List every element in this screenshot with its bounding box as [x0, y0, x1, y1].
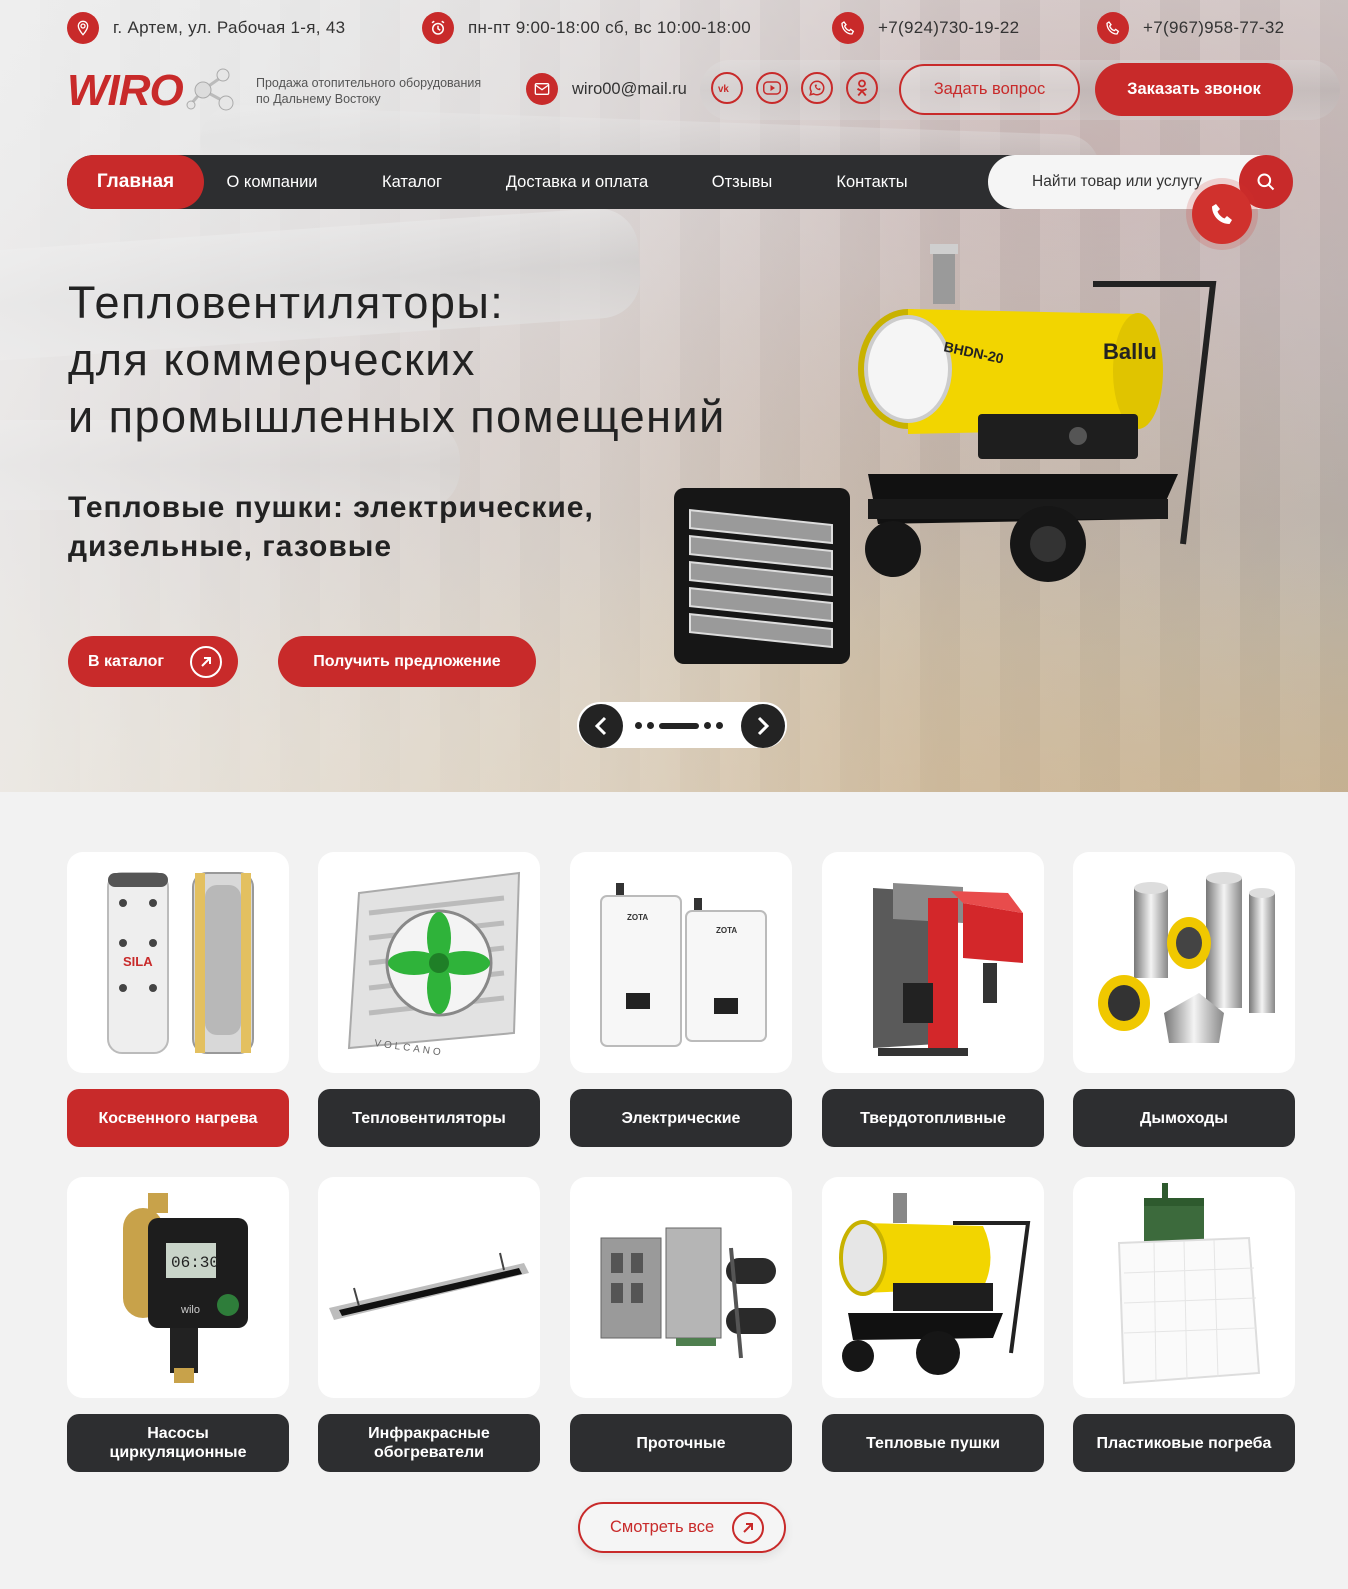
hours-text: пн-пт 9:00-18:00 сб, вс 10:00-18:00	[468, 18, 751, 37]
logo[interactable]: WIRO	[67, 64, 241, 118]
category-image	[822, 852, 1044, 1073]
category-label[interactable]: Твердотопливные	[822, 1089, 1044, 1147]
address-info: г. Артем, ул. Рабочая 1-я, 43	[67, 12, 345, 44]
nav-item-about[interactable]: О компании	[217, 155, 327, 209]
get-offer-button[interactable]: Получить предложение	[278, 636, 536, 687]
category-image	[822, 1177, 1044, 1398]
category-card[interactable]: 06:30 wilo Насосы циркуляционные	[67, 1177, 289, 1472]
whatsapp-icon[interactable]	[801, 72, 833, 104]
location-pin-icon	[67, 12, 99, 44]
category-card[interactable]: Инфракрасные обогреватели	[318, 1177, 540, 1472]
category-card[interactable]: VOLCANO Тепловентиляторы	[318, 852, 540, 1147]
slider-dot[interactable]	[635, 722, 642, 729]
svg-text:ZOTA: ZOTA	[627, 913, 648, 922]
slider-dot-active[interactable]	[659, 722, 699, 729]
category-image	[318, 1177, 540, 1398]
hours-info: пн-пт 9:00-18:00 сб, вс 10:00-18:00	[422, 12, 751, 44]
slider-dot[interactable]	[704, 722, 711, 729]
odnoklassniki-icon[interactable]	[846, 72, 878, 104]
logo-wordmark: WIRO	[67, 66, 184, 115]
category-image: ZOTA ZOTA	[570, 852, 792, 1073]
phone2-info[interactable]: +7(967)958-77-32	[1097, 12, 1284, 44]
address-text: г. Артем, ул. Рабочая 1-я, 43	[113, 18, 346, 37]
category-label[interactable]: Косвенного нагрева	[67, 1089, 289, 1147]
ask-question-button[interactable]: Задать вопрос	[899, 64, 1080, 115]
nav-item-catalog[interactable]: Каталог	[372, 155, 452, 209]
svg-text:vk: vk	[718, 84, 729, 94]
nav-item-delivery[interactable]: Доставка и оплата	[499, 155, 655, 209]
hero-slider-controls	[577, 702, 787, 748]
category-image: VOLCANO	[318, 852, 540, 1073]
category-card[interactable]: Тепловые пушки	[822, 1177, 1044, 1472]
svg-text:wilo: wilo	[180, 1304, 200, 1316]
arrow-up-right-icon	[732, 1511, 765, 1544]
nav-item-home[interactable]: Главная	[67, 155, 204, 209]
category-label[interactable]: Электрические	[570, 1089, 792, 1147]
category-image	[1073, 1177, 1295, 1398]
order-call-button[interactable]: Заказать звонок	[1095, 63, 1293, 116]
category-label[interactable]: Дымоходы	[1073, 1089, 1295, 1147]
phone2-text[interactable]: +7(967)958-77-32	[1143, 18, 1284, 38]
category-image: SILA	[67, 852, 289, 1073]
category-label[interactable]: Проточные	[570, 1414, 792, 1472]
see-all-button[interactable]: Смотреть все	[578, 1502, 786, 1553]
slider-prev-button[interactable]	[579, 704, 623, 748]
search-input[interactable]: Найти товар или услугу	[1032, 155, 1202, 209]
catalog-button[interactable]: В каталог	[68, 636, 238, 687]
phone-handset-icon	[1212, 204, 1232, 224]
molecule-icon	[186, 68, 234, 111]
alarm-clock-icon	[422, 12, 454, 44]
category-image	[570, 1177, 792, 1398]
logo-tagline: Продажа отопительного оборудования по Да…	[256, 76, 482, 106]
phone1-text[interactable]: +7(924)730-19-22	[878, 18, 1019, 38]
arrow-up-right-icon	[190, 645, 223, 678]
email-text[interactable]: wiro00@mail.ru	[572, 80, 687, 99]
nav-item-reviews[interactable]: Отзывы	[704, 155, 780, 209]
hero-subtitle: Тепловые пушки: электрические, дизельные…	[68, 491, 594, 563]
phone1-info[interactable]: +7(924)730-19-22	[832, 12, 1019, 44]
category-label[interactable]: Пластиковые погреба	[1073, 1414, 1295, 1472]
mail-icon	[526, 73, 558, 105]
svg-text:ZOTA: ZOTA	[716, 926, 737, 935]
category-card[interactable]: ZOTA ZOTA Электрические	[570, 852, 792, 1147]
phone-icon	[832, 12, 864, 44]
category-image: 06:30 wilo	[67, 1177, 289, 1398]
phone-icon	[1097, 12, 1129, 44]
svg-text:06:30: 06:30	[171, 1254, 219, 1272]
vk-icon[interactable]: vk	[711, 72, 743, 104]
category-label[interactable]: Инфракрасные обогреватели	[318, 1414, 540, 1472]
wall-fan-heater-image	[674, 488, 850, 664]
youtube-icon[interactable]	[756, 72, 788, 104]
svg-text:SILA: SILA	[123, 954, 153, 969]
hero-title: Тепловентиляторы: для коммерческих и про…	[68, 277, 726, 442]
email-contact[interactable]: wiro00@mail.ru	[526, 73, 687, 105]
chevron-right-icon	[757, 716, 770, 736]
category-label[interactable]: Тепловентиляторы	[318, 1089, 540, 1147]
slider-next-button[interactable]	[741, 704, 785, 748]
slider-dot[interactable]	[716, 722, 723, 729]
category-label[interactable]: Тепловые пушки	[822, 1414, 1044, 1472]
slider-dot[interactable]	[647, 722, 654, 729]
diesel-heat-gun-image: BHDN-20 Ballu	[858, 244, 1217, 582]
category-image	[1073, 852, 1295, 1073]
category-card[interactable]: SILA Косвенного нагрева	[67, 852, 289, 1147]
category-card[interactable]: Твердотопливные	[822, 852, 1044, 1147]
category-card[interactable]: Дымоходы	[1073, 852, 1295, 1147]
nav-item-contacts[interactable]: Контакты	[827, 155, 917, 209]
heater-brand-label: Ballu	[1103, 339, 1157, 364]
category-card[interactable]: Пластиковые погреба	[1073, 1177, 1295, 1472]
slider-dots	[635, 722, 723, 729]
chevron-left-icon	[594, 716, 607, 736]
category-card[interactable]: Проточные	[570, 1177, 792, 1472]
callback-fab[interactable]	[1192, 184, 1252, 244]
search-icon	[1257, 173, 1275, 191]
category-label[interactable]: Насосы циркуляционные	[67, 1414, 289, 1472]
